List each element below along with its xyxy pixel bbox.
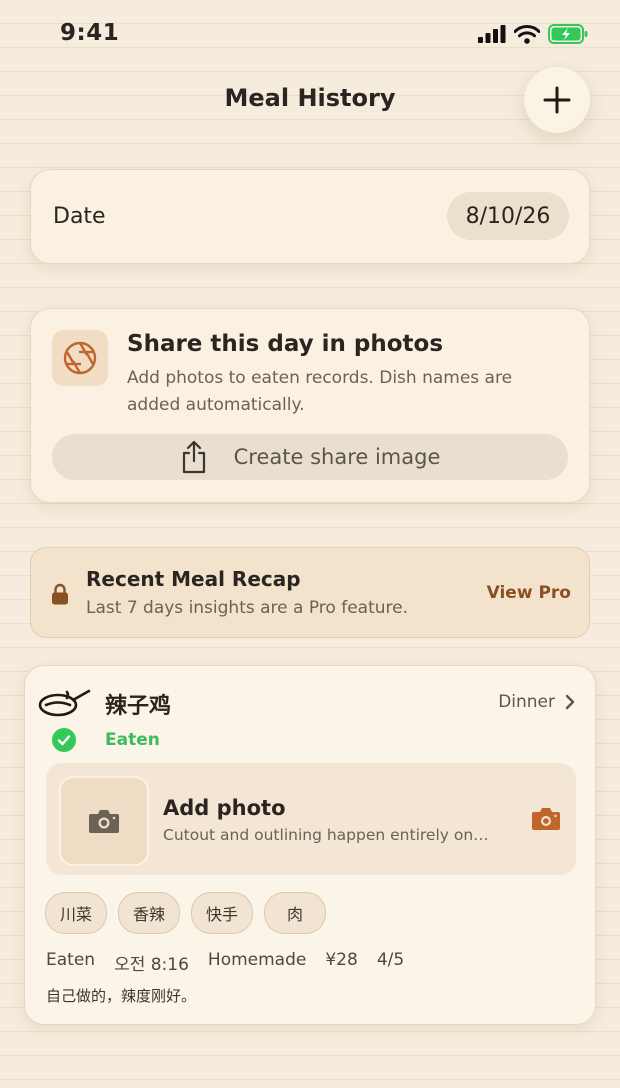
meal-name: 辣子鸡 — [105, 694, 172, 719]
wifi-icon — [513, 24, 541, 48]
meta-status: Eaten — [46, 950, 96, 970]
add-meal-button[interactable] — [524, 67, 590, 133]
meal-note: 自己做的，辣度刚好。 — [46, 987, 197, 1005]
share-button-label: Create share image — [233, 445, 441, 469]
meal-entry-card[interactable]: 辣子鸡 Dinner Eaten Add photo Cutout and ou… — [24, 665, 596, 1025]
tag-chip[interactable]: 香辣 — [118, 892, 181, 934]
tag-chip[interactable]: 快手 — [191, 892, 254, 934]
lock-icon — [51, 583, 69, 609]
checkmark-icon — [52, 728, 76, 752]
create-share-image-button[interactable]: Create share image — [52, 434, 568, 480]
date-picker[interactable]: 8/10/26 — [447, 192, 569, 240]
add-photo-title: Add photo — [163, 796, 286, 820]
date-label: Date — [53, 204, 106, 229]
tag-chip[interactable]: 肉 — [264, 892, 327, 934]
share-description: Add photos to eaten records. Dish names … — [127, 368, 513, 415]
add-photo-subtitle: Cutout and outlining happen entirely on… — [163, 826, 489, 844]
tag-list: 川菜 香辣 快手 肉 — [45, 892, 327, 934]
status-icons — [478, 24, 588, 48]
share-day-card: Share this day in photos Add photos to e… — [30, 308, 590, 503]
meta-time: 오전 8:16 — [114, 955, 189, 975]
meta-price: ¥28 — [325, 950, 358, 970]
eaten-status: Eaten — [105, 730, 160, 750]
battery-icon — [548, 24, 588, 48]
camera-icon — [532, 808, 560, 830]
recap-title: Recent Meal Recap — [86, 567, 301, 591]
tag-chip[interactable]: 川菜 — [45, 892, 108, 934]
status-time: 9:41 — [60, 20, 120, 46]
share-icon — [182, 440, 205, 474]
date-card: Date 8/10/26 — [30, 169, 590, 264]
recent-meal-recap-card: Recent Meal Recap Last 7 days insights a… — [30, 547, 590, 638]
meta-source: Homemade — [207, 950, 307, 970]
meta-rating: 4/5 — [376, 950, 405, 970]
add-photo-panel[interactable]: Add photo Cutout and outlining happen en… — [46, 763, 576, 875]
meal-type-label: Dinner — [498, 692, 555, 712]
camera-icon — [89, 810, 119, 833]
plus-icon — [543, 86, 571, 114]
camera-button[interactable] — [531, 807, 561, 835]
meal-type-link[interactable]: Dinner — [498, 692, 575, 712]
recap-subtitle: Last 7 days insights are a Pro feature. — [86, 598, 409, 618]
view-pro-link[interactable]: View Pro — [487, 583, 571, 603]
chevron-right-icon — [565, 694, 575, 710]
aperture-icon — [52, 330, 108, 386]
pan-icon — [37, 688, 91, 726]
meal-meta-row: Eaten 오전 8:16 Homemade ¥28 4/5 — [46, 950, 404, 975]
signal-icon — [478, 25, 506, 47]
share-title: Share this day in photos — [127, 331, 444, 357]
photo-placeholder[interactable] — [59, 776, 149, 866]
